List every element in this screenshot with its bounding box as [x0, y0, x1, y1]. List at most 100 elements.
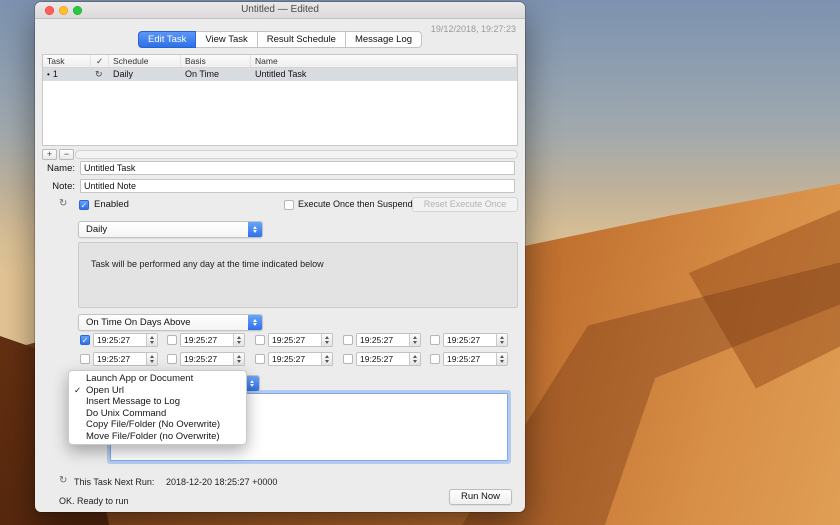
column-header-basis[interactable]: Basis [181, 55, 251, 67]
task-table-header: Task ✓ Schedule Basis Name [43, 55, 517, 68]
time-field[interactable]: 19:25:27 [268, 352, 333, 366]
time-stepper-icon[interactable] [146, 353, 157, 365]
menu-item-move-file[interactable]: Move File/Folder (no Overwrite) [69, 431, 246, 443]
minimize-window-button[interactable] [59, 6, 68, 15]
task-repeat-cell: ↻ [91, 68, 109, 81]
tab-view-task[interactable]: View Task [196, 31, 257, 48]
add-task-button[interactable]: + [42, 149, 57, 160]
status-dot-icon: • [47, 70, 50, 79]
menu-item-insert-message[interactable]: Insert Message to Log [69, 396, 246, 408]
time-stepper-icon[interactable] [233, 334, 244, 346]
menu-item-unix-command[interactable]: Do Unix Command [69, 408, 246, 420]
time-stepper-icon[interactable] [496, 353, 507, 365]
timing-select-value: On Time On Days Above [79, 317, 248, 328]
time-field[interactable]: 19:25:27 [443, 333, 508, 347]
time-stepper-icon[interactable] [496, 334, 507, 346]
time-value: 19:25:27 [181, 334, 233, 346]
repeat-icon: ↻ [95, 69, 103, 79]
time-cell: 19:25:27 [255, 333, 333, 347]
name-input[interactable] [80, 161, 515, 175]
status-text: OK. Ready to run [59, 496, 129, 506]
time-cell: 19:25:27 [167, 333, 245, 347]
time-cell: 19:25:27 [167, 352, 245, 366]
repeat-icon: ↻ [59, 198, 67, 209]
horizontal-scrollbar[interactable] [75, 150, 518, 159]
execute-once-checkbox[interactable] [284, 200, 294, 210]
remove-task-button[interactable]: − [59, 149, 74, 160]
time-stepper-icon[interactable] [233, 353, 244, 365]
note-label: Note: [35, 181, 75, 192]
next-run-label: This Task Next Run: [74, 477, 154, 487]
time-checkbox[interactable] [80, 354, 90, 364]
frequency-select[interactable]: Daily [78, 221, 263, 238]
time-value: 19:25:27 [269, 353, 321, 365]
time-value: 19:25:27 [269, 334, 321, 346]
stepper-icon [248, 222, 262, 237]
column-header-task[interactable]: Task [43, 55, 91, 67]
time-checkbox[interactable] [343, 354, 353, 364]
frequency-description-panel: Task will be performed any day at the ti… [78, 242, 518, 308]
timing-select[interactable]: On Time On Days Above [78, 314, 263, 331]
time-stepper-icon[interactable] [321, 353, 332, 365]
time-value: 19:25:27 [357, 334, 409, 346]
tab-result-schedule[interactable]: Result Schedule [258, 31, 346, 48]
enabled-checkbox[interactable]: ✓ [79, 200, 89, 210]
frequency-select-value: Daily [79, 224, 248, 235]
menu-item-copy-file[interactable]: Copy File/Folder (No Overwrite) [69, 419, 246, 431]
zoom-window-button[interactable] [73, 6, 82, 15]
menu-item-launch-app[interactable]: Launch App or Document [69, 373, 246, 385]
tab-edit-task[interactable]: Edit Task [138, 31, 196, 48]
name-label: Name: [35, 163, 75, 174]
time-checkbox[interactable] [343, 335, 353, 345]
time-value: 19:25:27 [444, 353, 496, 365]
column-header-schedule[interactable]: Schedule [109, 55, 181, 67]
reset-execute-once-button[interactable]: Reset Execute Once [412, 197, 518, 212]
task-number: 1 [53, 69, 58, 79]
tab-message-log[interactable]: Message Log [346, 31, 422, 48]
task-basis-cell: On Time [181, 68, 251, 81]
note-input[interactable] [80, 179, 515, 193]
time-checkbox[interactable] [167, 354, 177, 364]
next-run-value: 2018-12-20 18:25:27 +0000 [166, 477, 277, 487]
time-value: 19:25:27 [357, 353, 409, 365]
time-value: 19:25:27 [444, 334, 496, 346]
menu-item-open-url[interactable]: ✓Open Url [69, 385, 246, 397]
column-header-check[interactable]: ✓ [91, 55, 109, 67]
time-cell: ✓ 19:25:27 [80, 333, 158, 347]
titlebar[interactable]: Untitled — Edited [35, 2, 525, 19]
action-menu: Launch App or Document ✓Open Url Insert … [68, 370, 247, 445]
close-window-button[interactable] [45, 6, 54, 15]
table-row[interactable]: •1 ↻ Daily On Time Untitled Task [43, 68, 517, 81]
stepper-icon [245, 376, 259, 391]
time-field[interactable]: 19:25:27 [180, 352, 245, 366]
task-schedule-cell: Daily [109, 68, 181, 81]
column-header-name[interactable]: Name [251, 55, 517, 67]
enabled-label: Enabled [94, 199, 129, 210]
time-checkbox[interactable] [255, 354, 265, 364]
frequency-description-text: Task will be performed any day at the ti… [91, 259, 324, 269]
time-checkbox[interactable] [255, 335, 265, 345]
time-stepper-icon[interactable] [321, 334, 332, 346]
task-name-cell: Untitled Task [251, 68, 517, 81]
time-checkbox[interactable] [430, 335, 440, 345]
time-stepper-icon[interactable] [409, 334, 420, 346]
time-value: 19:25:27 [181, 353, 233, 365]
time-checkbox[interactable] [167, 335, 177, 345]
time-field[interactable]: 19:25:27 [93, 333, 158, 347]
time-field[interactable]: 19:25:27 [356, 333, 421, 347]
stepper-icon [248, 315, 262, 330]
execute-once-label: Execute Once then Suspend [298, 199, 413, 209]
time-checkbox[interactable] [430, 354, 440, 364]
run-now-button[interactable]: Run Now [449, 489, 512, 505]
time-checkbox[interactable]: ✓ [80, 335, 90, 345]
time-field[interactable]: 19:25:27 [93, 352, 158, 366]
time-stepper-icon[interactable] [409, 353, 420, 365]
time-field[interactable]: 19:25:27 [443, 352, 508, 366]
time-field[interactable]: 19:25:27 [356, 352, 421, 366]
time-stepper-icon[interactable] [146, 334, 157, 346]
time-field[interactable]: 19:25:27 [180, 333, 245, 347]
repeat-icon: ↻ [59, 475, 67, 486]
time-cell: 19:25:27 [255, 352, 333, 366]
task-number-cell: •1 [43, 68, 91, 81]
time-field[interactable]: 19:25:27 [268, 333, 333, 347]
